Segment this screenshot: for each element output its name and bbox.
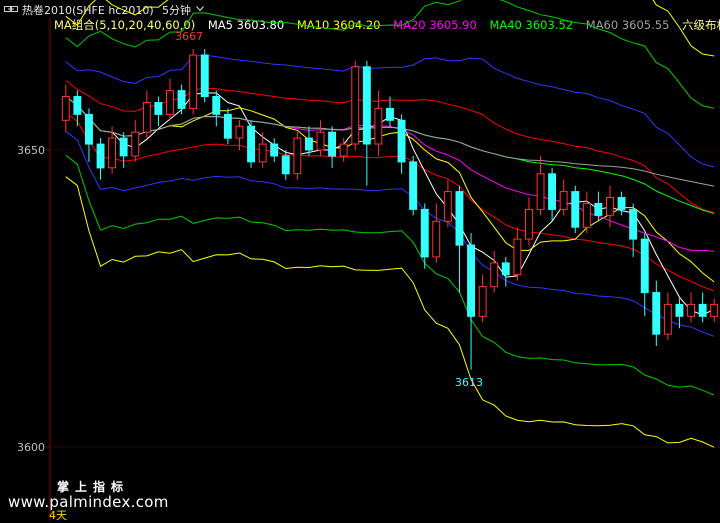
candle-body [351,66,360,145]
candle-body [305,137,313,151]
candle-body [432,220,441,258]
candle-body [142,102,151,133]
candle-body [501,262,510,276]
candle-body [629,208,638,240]
candle-body [548,173,556,210]
candle-body [663,303,672,335]
candle-body [131,131,140,157]
candle-body [281,155,290,175]
candle-body [73,96,82,115]
high-label: 3667 [175,30,203,43]
candle-body [640,238,649,294]
candle-body [119,137,128,157]
candle-body [223,113,232,139]
candle-body [189,54,198,109]
candle-body [710,303,719,317]
candles [61,49,719,370]
band-lower [65,154,715,396]
candle-body [339,143,348,157]
candle-body [420,208,429,258]
candle-body [467,244,476,317]
candle-body [108,137,116,169]
candle-body [617,197,626,210]
candle-body [293,137,302,175]
candle-body [606,197,614,216]
candle-body [698,303,707,317]
candle-body [316,131,325,151]
candle-body [200,54,209,98]
candle-body [571,191,580,228]
candle-body [478,286,487,317]
band-lower [65,112,715,292]
candle-body [212,96,221,115]
candle-body [675,303,684,317]
candle-body [513,238,522,276]
candle-body [96,143,105,169]
y-tick-label: 3650 [17,144,45,157]
candle-body [594,203,603,216]
candle-body [397,119,406,163]
candle-body [443,191,452,222]
candle-body [61,96,70,121]
candle-body [154,102,163,115]
candle-body [536,173,545,210]
price-chart[interactable]: 3650 3600 3667 3613 [0,0,720,521]
candle-body [386,107,394,121]
candle-body [235,125,244,139]
band-upper [65,0,715,109]
candle-body [409,161,418,210]
candle-body [362,66,371,145]
candle-body [582,203,591,228]
watermark: www.palmindex.com [8,493,169,511]
candle-body [490,262,499,288]
labels: 3667 3613 [175,30,483,389]
candle-body [455,191,464,246]
band-lower [65,176,715,448]
candle-body [166,90,174,115]
candle-body [652,292,661,335]
band-lower [65,130,715,337]
candle-body [258,143,267,163]
candle-body [177,90,186,109]
y-tick-label: 3600 [17,441,45,454]
candle-body [525,208,533,240]
candle-body [270,143,279,157]
candle-body [559,191,568,210]
candle-body [374,107,383,145]
candle-body [85,113,93,145]
candle-body [687,303,695,317]
low-label: 3613 [455,376,483,389]
candle-body [328,131,337,157]
candle-body [247,125,256,163]
band-upper [65,0,715,57]
moving-averages [65,92,715,316]
